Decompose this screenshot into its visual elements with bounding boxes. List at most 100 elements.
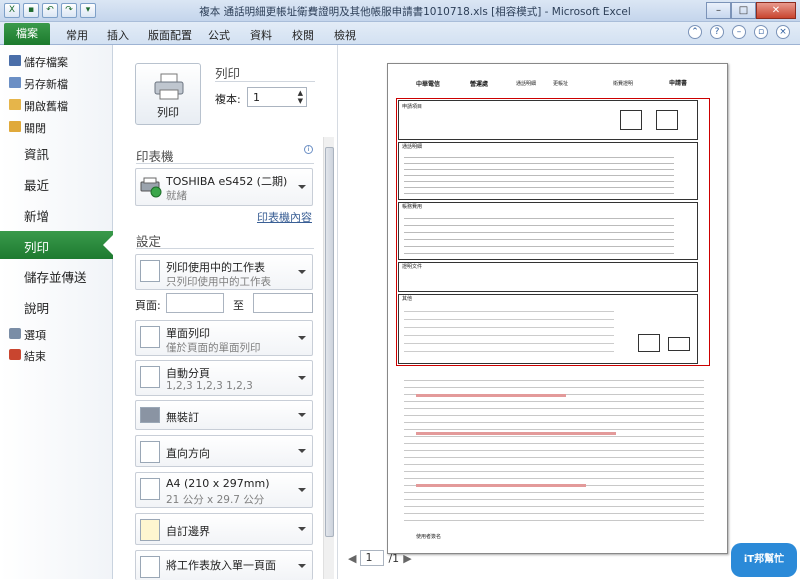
orientation-dropdown[interactable]: 直向方向 — [135, 435, 313, 467]
chevron-down-icon — [298, 527, 306, 531]
paper-size-dropdown[interactable]: A4 (210 x 297mm) 21 公分 x 29.7 公分 — [135, 472, 313, 508]
bs-save[interactable]: 儲存檔案 — [0, 54, 113, 69]
margins-dropdown[interactable]: 自訂邊界 — [135, 513, 313, 545]
form-lines — [404, 304, 614, 354]
print-preview: 中華電信 營運處 通話明細 更帳址 衛費證明 申請書 申請項目 通話明細 帳務費… — [337, 45, 800, 579]
collate-dropdown[interactable]: 自動分頁 1,2,3 1,2,3 1,2,3 — [135, 360, 313, 396]
workbook-restore-icon[interactable]: ▫ — [754, 25, 768, 39]
bs-open[interactable]: 開啟舊檔 — [0, 98, 113, 113]
info-icon[interactable]: i — [304, 145, 313, 154]
spin-down-icon[interactable]: ▼ — [298, 97, 303, 105]
ribbon-tabs: 檔案 常用 插入 版面配置 公式 資料 校閱 檢視 ⌃ ? – ▫ × — [0, 22, 800, 45]
save-icon — [9, 55, 21, 66]
exit-icon — [9, 349, 21, 360]
form-header-a: 通話明細 — [516, 81, 537, 87]
chevron-down-icon — [298, 336, 306, 340]
window-title: 複本 通話明細更帳址衛費證明及其他帳服申請書1010718.xls [相容模式]… — [199, 6, 631, 18]
copies-spinner[interactable]: 1 ▲ ▼ — [247, 87, 307, 107]
settings-scrollbar[interactable] — [323, 137, 334, 579]
row-label: 通話明細 — [402, 144, 423, 150]
bs-save-send[interactable]: 儲存並傳送 — [0, 267, 113, 287]
form-title: 申請書 — [669, 80, 688, 87]
one-sided-icon — [140, 326, 160, 348]
bs-save-as[interactable]: 另存新檔 — [0, 76, 113, 91]
bs-print[interactable]: 列印 — [0, 231, 114, 259]
staple-dropdown[interactable]: 無裝訂 — [135, 400, 313, 430]
save-as-icon — [9, 77, 21, 88]
tab-file[interactable]: 檔案 — [4, 23, 50, 45]
print-heading: 列印 — [215, 66, 241, 81]
minimize-button[interactable]: – — [706, 2, 731, 19]
page-total: /1 — [388, 551, 400, 565]
collate-icon — [140, 366, 160, 388]
print-what-dropdown[interactable]: 列印使用中的工作表 只列印使用中的工作表 — [135, 254, 313, 290]
bs-exit[interactable]: 結束 — [0, 348, 113, 363]
help-icon[interactable]: ? — [710, 25, 724, 39]
bs-new[interactable]: 新增 — [0, 206, 113, 226]
title-bar: X ▪ ↶ ↷ ▾ 複本 通話明細更帳址衛費證明及其他帳服申請書1010718.… — [0, 0, 800, 22]
pages-label: 頁面: — [135, 299, 161, 312]
row-label: 其他 — [402, 296, 413, 302]
photo-box — [620, 110, 642, 130]
form-footer: 使用者簽名 — [416, 534, 442, 540]
portrait-icon — [140, 441, 160, 463]
red-note-line — [416, 394, 566, 397]
redo-icon[interactable]: ↷ — [61, 3, 77, 18]
tab-data[interactable]: 資料 — [250, 27, 272, 43]
section-block — [398, 262, 698, 292]
bs-info[interactable]: 資訊 — [0, 144, 113, 164]
photo-box — [656, 110, 678, 130]
minimize-ribbon-icon[interactable]: ⌃ — [688, 25, 702, 39]
page-navigator: ◀ 1 /1 ▶ — [348, 550, 412, 566]
bs-options[interactable]: 選項 — [0, 327, 113, 342]
bs-close[interactable]: 關閉 — [0, 120, 113, 135]
printer-icon — [154, 73, 184, 100]
save-icon[interactable]: ▪ — [23, 3, 39, 18]
pages-to-label: 至 — [233, 299, 244, 312]
tab-view[interactable]: 檢視 — [334, 27, 356, 43]
backstage-nav: 儲存檔案 另存新檔 開啟舊檔 關閉 資訊 最近 新增 列印 儲存並傳送 說明 選… — [0, 45, 114, 579]
chevron-down-icon — [298, 376, 306, 380]
custom-margins-icon — [140, 519, 160, 541]
prev-page-icon[interactable]: ◀ — [348, 552, 356, 565]
pages-to-input[interactable] — [253, 293, 313, 313]
scaling-dropdown[interactable]: 將工作表放入單一頁面 — [135, 550, 313, 580]
bs-recent[interactable]: 最近 — [0, 175, 113, 195]
print-settings-panel: 列印 列印 複本: 1 ▲ ▼ 印表機 i TOSHIBA eS452 (二期)… — [114, 45, 336, 580]
chevron-down-icon — [298, 563, 306, 568]
chevron-down-icon — [298, 488, 306, 492]
printer-dropdown[interactable]: TOSHIBA eS452 (二期) 就緒 — [135, 168, 313, 206]
sides-dropdown[interactable]: 單面列印 僅於頁面的單面列印 — [135, 320, 313, 356]
tab-home[interactable]: 常用 — [66, 27, 88, 43]
bs-help[interactable]: 說明 — [0, 298, 113, 318]
printer-ready-icon — [140, 177, 162, 198]
printer-properties-link[interactable]: 印表機內容 — [257, 209, 312, 225]
close-folder-icon — [9, 121, 21, 132]
tab-review[interactable]: 校閱 — [292, 27, 314, 43]
page-input[interactable]: 1 — [360, 550, 385, 566]
excel-logo-icon[interactable]: X — [4, 3, 20, 18]
spin-up-icon[interactable]: ▲ — [298, 89, 303, 97]
scrollbar-thumb[interactable] — [325, 147, 334, 537]
form-lines — [404, 152, 674, 196]
form-header-c: 衛費證明 — [613, 81, 634, 87]
maximize-button[interactable]: □ — [731, 2, 756, 19]
tab-insert[interactable]: 插入 — [107, 27, 129, 43]
form-lines — [404, 212, 674, 256]
close-button[interactable]: ✕ — [756, 2, 796, 19]
pages-from-input[interactable] — [166, 293, 224, 313]
quick-access-toolbar: X ▪ ↶ ↷ ▾ — [4, 3, 96, 18]
workbook-close-icon[interactable]: × — [776, 25, 790, 39]
customize-qat-icon[interactable]: ▾ — [80, 3, 96, 18]
workbook-minimize-icon[interactable]: – — [732, 25, 746, 39]
tab-page-layout[interactable]: 版面配置 — [148, 27, 192, 43]
chevron-down-icon — [298, 270, 306, 274]
row-label: 帳務費用 — [402, 204, 423, 210]
undo-icon[interactable]: ↶ — [42, 3, 58, 18]
tab-formulas[interactable]: 公式 — [208, 27, 230, 43]
next-page-icon[interactable]: ▶ — [403, 552, 411, 565]
form-header-b: 更帳址 — [553, 81, 569, 87]
print-button[interactable]: 列印 — [135, 63, 201, 125]
options-icon — [9, 328, 21, 339]
staple-icon — [140, 407, 160, 423]
